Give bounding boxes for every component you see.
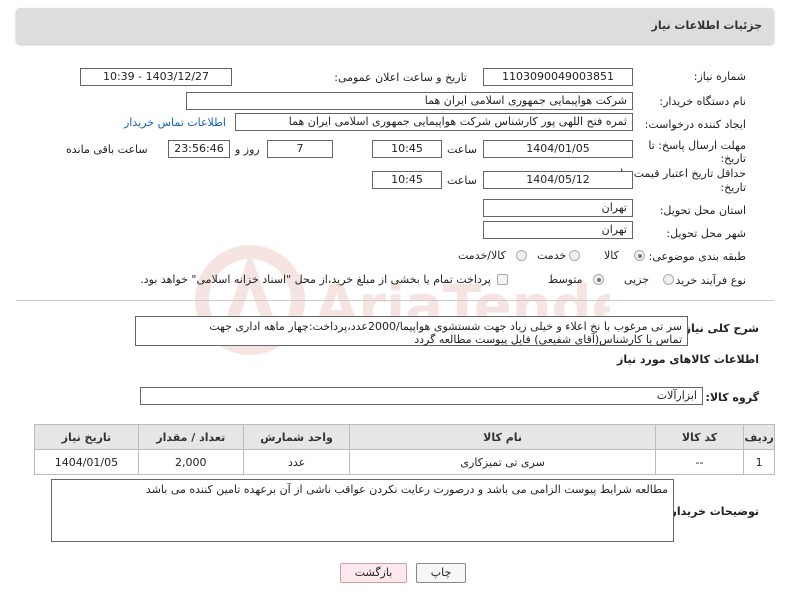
col-header-need-date: تاریخ نیاز xyxy=(34,424,139,450)
announce-datetime-label: تاریخ و ساعت اعلان عمومی: xyxy=(334,71,467,84)
cell-quantity: 2,000 xyxy=(137,449,244,475)
buyer-contact-link[interactable]: اطلاعات تماس خریدار xyxy=(124,116,226,129)
purchase-radio-minor[interactable] xyxy=(663,274,674,285)
purchase-radio-medium[interactable] xyxy=(593,274,604,285)
print-button[interactable]: چاپ xyxy=(416,563,466,583)
buyer-notes-label: توضیحات خریدار: xyxy=(666,505,759,518)
city-label: شهر محل تحویل: xyxy=(666,227,746,240)
cell-row-number: 1 xyxy=(743,449,775,475)
purchase-type-label: نوع فرآیند خرید : xyxy=(668,274,746,287)
description-box[interactable]: سر تی مرغوب با نخ اعلاء و خیلی زیاد جهت … xyxy=(135,316,688,346)
goods-group-field[interactable]: ابزارآلات xyxy=(140,387,703,405)
section-divider xyxy=(16,300,774,301)
cell-goods-code: -- xyxy=(654,449,745,475)
col-header-goods-code: کد کالا xyxy=(654,424,745,450)
purchase-option-minor: جزیی xyxy=(624,273,650,286)
reply-deadline-label: مهلت ارسال پاسخ: تا xyxy=(648,139,746,152)
category-label: طبقه بندی موضوعی: xyxy=(648,250,746,263)
requester-label: ایجاد کننده درخواست: xyxy=(644,118,746,131)
col-header-row-number: ردیف xyxy=(743,424,775,450)
category-option-goods: کالا xyxy=(604,249,619,262)
category-radio-service[interactable] xyxy=(569,250,580,261)
back-button[interactable]: بازگشت xyxy=(340,563,407,583)
category-radio-goods[interactable] xyxy=(634,250,645,261)
remaining-label: ساعت باقی مانده xyxy=(66,143,148,156)
treasury-payment-note: پرداخت تمام یا بخشی از مبلغ خرید،از محل … xyxy=(140,273,491,286)
reply-time-field[interactable]: 10:45 xyxy=(372,140,442,158)
reply-deadline-date-field[interactable]: 1404/01/05 xyxy=(483,140,633,158)
price-time-field[interactable]: 10:45 xyxy=(372,171,442,189)
col-header-quantity: تعداد / مقدار xyxy=(137,424,244,450)
category-radio-both[interactable] xyxy=(516,250,527,261)
requester-field[interactable]: ثمره فتح اللهی پور کارشناس شرکت هواپیمای… xyxy=(235,113,633,131)
need-number-field[interactable]: 1103090049003851 xyxy=(483,68,633,86)
buyer-org-field[interactable]: شرکت هواپیمایی جمهوری اسلامی ایران هما xyxy=(186,92,633,110)
price-time-label: ساعت xyxy=(447,174,477,187)
description-line-1: سر تی مرغوب با نخ اعلاء و خیلی زیاد جهت … xyxy=(209,320,682,333)
page-title: جزئیات اطلاعات نیاز xyxy=(651,19,763,32)
description-line-2: تماس با کارشناس(آقای شفیعی) فایل پیوست م… xyxy=(414,333,682,346)
announce-datetime-field[interactable]: 1403/12/27 - 10:39 xyxy=(80,68,232,86)
remaining-days-field[interactable]: 7 xyxy=(267,140,333,158)
province-label: استان محل تحویل: xyxy=(659,204,746,217)
city-field[interactable]: تهران xyxy=(483,221,633,239)
reply-time-label: ساعت xyxy=(447,143,477,156)
goods-section-title: اطلاعات کالاهای مورد نیاز xyxy=(617,353,759,366)
price-validity-date-field[interactable]: 1404/05/12 xyxy=(483,171,633,189)
category-option-service: خدمت xyxy=(537,249,567,262)
treasury-payment-checkbox[interactable] xyxy=(497,274,508,285)
province-field[interactable]: تهران xyxy=(483,199,633,217)
table-header-row: ردیف کد کالا نام کالا واحد شمارش تعداد /… xyxy=(34,424,775,450)
price-validity-label: حداقل تاریخ اعتبار قیمت: تا xyxy=(620,167,746,180)
goods-group-label: گروه کالا: xyxy=(705,391,759,404)
buyer-org-label: نام دستگاه خریدار: xyxy=(659,95,746,108)
description-label: شرح کلی نیاز: xyxy=(680,322,759,335)
purchase-option-medium: متوسط xyxy=(548,273,583,286)
category-option-both: کالا/خدمت xyxy=(458,249,506,262)
need-number-label: شماره نیاز: xyxy=(693,70,746,83)
cell-need-date: 1404/01/05 xyxy=(34,449,139,475)
col-header-goods-name: نام کالا xyxy=(349,424,656,450)
remaining-time-field[interactable]: 23:56:46 xyxy=(168,140,230,158)
cell-goods-name: سری تی تمیزکاری xyxy=(349,449,656,475)
reply-deadline-label-date: تاریخ: xyxy=(720,152,746,165)
goods-table: ردیف کد کالا نام کالا واحد شمارش تعداد /… xyxy=(34,424,775,475)
page-header: جزئیات اطلاعات نیاز xyxy=(16,8,774,44)
buyer-notes-box[interactable]: مطالعه شرایط پیوست الزامی می باشد و درصو… xyxy=(51,479,674,542)
price-validity-label-date: تاریخ: xyxy=(720,181,746,194)
col-header-unit: واحد شمارش xyxy=(242,424,351,450)
cell-unit: عدد xyxy=(242,449,351,475)
table-row: 1 -- سری تی تمیزکاری عدد 2,000 1404/01/0… xyxy=(34,449,775,475)
buyer-notes-text: مطالعه شرایط پیوست الزامی می باشد و درصو… xyxy=(145,483,668,496)
days-label: روز و xyxy=(235,143,260,156)
